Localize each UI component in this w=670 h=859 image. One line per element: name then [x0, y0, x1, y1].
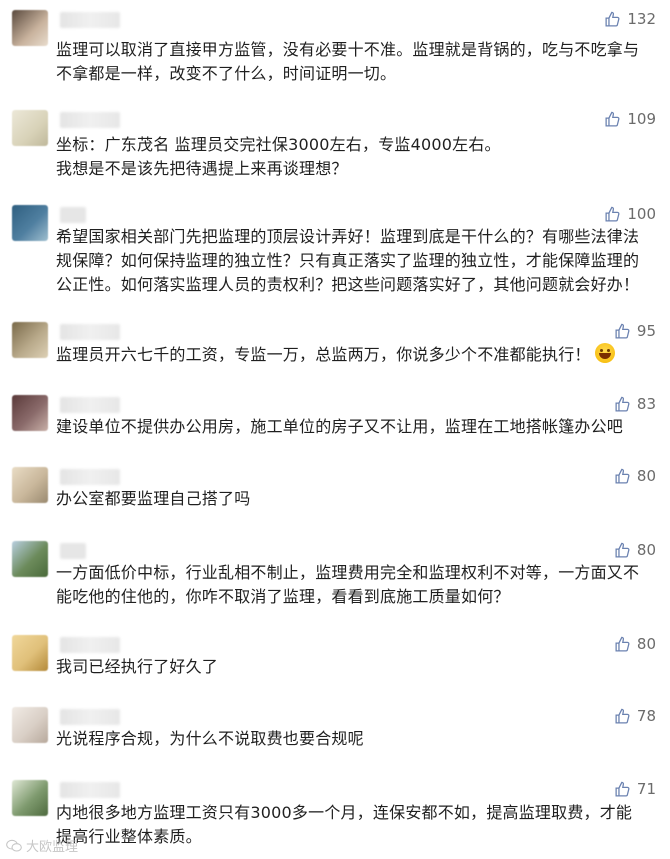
- like-button[interactable]: 78: [614, 707, 656, 725]
- comment-line: 我司已经执行了好久了: [56, 657, 219, 676]
- comment-text: 我司已经执行了好久了: [56, 655, 656, 679]
- thumbs-up-icon: [615, 542, 630, 558]
- avatar[interactable]: [12, 110, 48, 146]
- like-button[interactable]: 132: [604, 10, 656, 28]
- wechat-icon: [6, 839, 22, 852]
- thumbs-up-icon: [605, 111, 620, 127]
- avatar[interactable]: [12, 780, 48, 816]
- comment-line: 内地很多地方监理工资只有3000多一个月，连保安都不如，提高监理取费，才能: [56, 803, 633, 822]
- comment-text: 坐标：广东茂名 监理员交完社保3000左右，专监4000左右。 我想是不是该先把…: [56, 133, 656, 181]
- commenter-name[interactable]: [60, 12, 120, 28]
- like-button[interactable]: 80: [614, 541, 656, 559]
- commenter-name[interactable]: [60, 207, 86, 223]
- avatar[interactable]: [12, 10, 48, 46]
- watermark: 大欧监理: [6, 836, 78, 855]
- comment-text: 建设单位不提供办公用房，施工单位的房子又不让用，监理在工地搭帐篷办公吧: [56, 415, 656, 439]
- comment-line: 公正性。如何落实监理人员的责权利？把这些问题落实好了，其他问题就会好办！: [56, 275, 640, 294]
- commenter-name[interactable]: [60, 543, 86, 559]
- thumbs-up-icon: [615, 781, 630, 797]
- thumbs-up-icon: [605, 11, 620, 27]
- like-count: 109: [627, 110, 656, 128]
- comment-line: 监理员开六七千的工资，专监一万，总监两万，你说多少个不准都能执行！: [56, 343, 656, 367]
- avatar[interactable]: [12, 395, 48, 431]
- like-count: 80: [636, 467, 656, 485]
- comment-line: 提高行业整体素质。: [56, 827, 202, 846]
- comment-text: 内地很多地方监理工资只有3000多一个月，连保安都不如，提高监理取费，才能 提高…: [56, 801, 656, 849]
- like-button[interactable]: 95: [614, 322, 656, 340]
- like-button[interactable]: 71: [614, 780, 656, 798]
- comment-text: 办公室都要监理自己搭了吗: [56, 487, 656, 511]
- watermark-text: 大欧监理: [26, 840, 79, 855]
- like-count: 132: [627, 10, 656, 28]
- comment-line: 监理可以取消了直接甲方监管，没有必要十不准。监理就是背锅的，吃与不吃拿与: [56, 40, 640, 59]
- commenter-name[interactable]: [60, 709, 120, 725]
- like-button[interactable]: 80: [614, 467, 656, 485]
- commenter-name[interactable]: [60, 782, 120, 798]
- comment-text: 光说程序合规，为什么不说取费也要合规呢: [56, 727, 656, 751]
- comment-line: 坐标：广东茂名 监理员交完社保3000左右，专监4000左右。: [56, 135, 501, 154]
- avatar[interactable]: [12, 635, 48, 671]
- thumbs-up-icon: [615, 468, 630, 484]
- thumbs-up-icon: [615, 323, 630, 339]
- commenter-name[interactable]: [60, 637, 120, 653]
- comment-line: 能吃他的住他的，你咋不取消了监理，看看到底施工质量如何？: [56, 587, 510, 606]
- like-count: 80: [636, 541, 656, 559]
- comment-line: 规保障？如何保持监理的独立性？只有真正落实了监理的独立性，才能保障监理的: [56, 251, 640, 270]
- comment-text: 监理可以取消了直接甲方监管，没有必要十不准。监理就是背锅的，吃与不吃拿与 不拿都…: [56, 38, 656, 86]
- comment-line: 希望国家相关部门先把监理的顶层设计弄好！监理到底是干什么的？有哪些法律法: [56, 227, 640, 246]
- comment-line: 一方面低价中标，行业乱相不制止，监理费用完全和监理权利不对等，一方面又不: [56, 563, 640, 582]
- like-count: 95: [636, 322, 656, 340]
- like-count: 71: [636, 780, 656, 798]
- comment-line: 我想是不是该先把待遇提上来再谈理想？: [56, 159, 348, 178]
- commenter-name[interactable]: [60, 324, 120, 340]
- like-count: 80: [636, 635, 656, 653]
- comment-line: 不拿都是一样，改变不了什么，时间证明一切。: [56, 64, 397, 83]
- like-button[interactable]: 100: [604, 205, 656, 223]
- avatar[interactable]: [12, 707, 48, 743]
- like-button[interactable]: 80: [614, 635, 656, 653]
- like-button[interactable]: 109: [604, 110, 656, 128]
- comment-text: 一方面低价中标，行业乱相不制止，监理费用完全和监理权利不对等，一方面又不 能吃他…: [56, 561, 656, 609]
- commenter-name[interactable]: [60, 469, 120, 485]
- avatar[interactable]: [12, 205, 48, 241]
- thumbs-up-icon: [615, 636, 630, 652]
- commenter-name[interactable]: [60, 397, 120, 413]
- comment-line: 光说程序合规，为什么不说取费也要合规呢: [56, 729, 364, 748]
- avatar[interactable]: [12, 467, 48, 503]
- like-count: 100: [627, 205, 656, 223]
- comment-text: 监理员开六七千的工资，专监一万，总监两万，你说多少个不准都能执行！: [56, 343, 656, 367]
- avatar[interactable]: [12, 322, 48, 358]
- comment-text: 希望国家相关部门先把监理的顶层设计弄好！监理到底是干什么的？有哪些法律法 规保障…: [56, 225, 656, 297]
- comment-line: 建设单位不提供办公用房，施工单位的房子又不让用，监理在工地搭帐篷办公吧: [56, 417, 624, 436]
- like-count: 83: [636, 395, 656, 413]
- commenter-name[interactable]: [60, 112, 120, 128]
- grin-emoji-icon: [594, 343, 615, 363]
- like-count: 78: [636, 707, 656, 725]
- comment-line: 办公室都要监理自己搭了吗: [56, 489, 251, 508]
- comment-line-text: 监理员开六七千的工资，专监一万，总监两万，你说多少个不准都能执行！: [56, 345, 591, 364]
- thumbs-up-icon: [615, 396, 630, 412]
- thumbs-up-icon: [615, 708, 630, 724]
- avatar[interactable]: [12, 541, 48, 577]
- like-button[interactable]: 83: [614, 395, 656, 413]
- thumbs-up-icon: [605, 206, 620, 222]
